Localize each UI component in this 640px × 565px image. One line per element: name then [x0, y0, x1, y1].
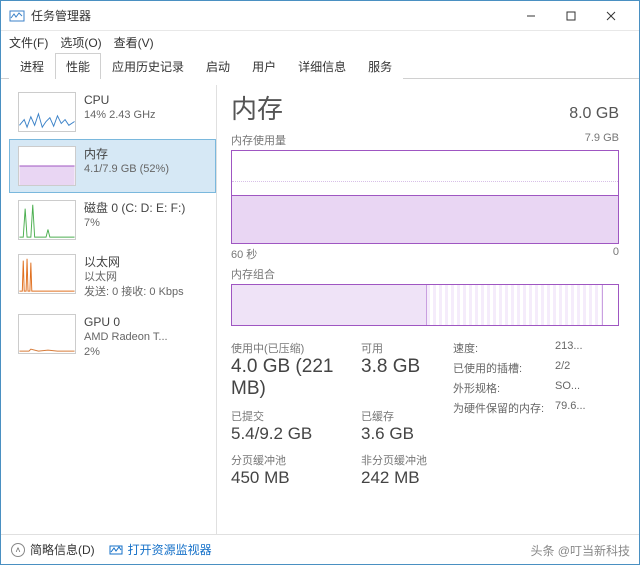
- sidebar-item-gpu[interactable]: GPU 0 AMD Radeon T... 2%: [9, 307, 216, 367]
- x-axis-right: 0: [613, 246, 619, 262]
- task-manager-window: 任务管理器 文件(F) 选项(O) 查看(V) 进程 性能 应用历史记录 启动 …: [0, 0, 640, 565]
- content-area: CPU 14% 2.43 GHz 内存 4.1/7.9 GB (52%): [1, 79, 639, 534]
- sidebar-item-label: 磁盘 0 (C: D: E: F:): [84, 200, 185, 216]
- menu-file[interactable]: 文件(F): [9, 34, 48, 51]
- cached-value: 3.6 GB: [361, 424, 447, 444]
- sidebar-item-cpu[interactable]: CPU 14% 2.43 GHz: [9, 85, 216, 139]
- gpu-thumb-chart: [18, 314, 76, 354]
- sidebar-item-sub: 7%: [84, 216, 185, 231]
- memory-thumb-chart: [18, 146, 76, 186]
- slots-label: 已使用的插槽:: [453, 360, 545, 376]
- speed-label: 速度:: [453, 340, 545, 356]
- tab-performance[interactable]: 性能: [55, 53, 101, 79]
- in-use-value: 4.0 GB (221 MB): [231, 356, 351, 400]
- tab-app-history[interactable]: 应用历史记录: [101, 53, 195, 79]
- sidebar-item-sub2: 发送: 0 接收: 0 Kbps: [84, 285, 184, 300]
- main-panel: 内存 8.0 GB 内存使用量 7.9 GB 60 秒 0 内存组合: [217, 85, 631, 534]
- sidebar-item-label: 内存: [84, 146, 169, 162]
- app-icon: [9, 8, 25, 24]
- sidebar-item-sub: 以太网: [84, 270, 184, 285]
- cached-label: 已缓存: [361, 408, 447, 424]
- maximize-button[interactable]: [551, 2, 591, 30]
- paged-label: 分页缓冲池: [231, 452, 351, 468]
- close-button[interactable]: [591, 2, 631, 30]
- disk-thumb-chart: [18, 200, 76, 240]
- fewer-details-button[interactable]: ˄ 简略信息(D): [11, 541, 95, 558]
- cpu-thumb-chart: [18, 92, 76, 132]
- window-title: 任务管理器: [31, 7, 91, 24]
- available-label: 可用: [361, 340, 447, 356]
- fewer-details-label: 简略信息(D): [30, 541, 95, 558]
- sidebar-item-sub: 4.1/7.9 GB (52%): [84, 162, 169, 177]
- paged-value: 450 MB: [231, 468, 351, 488]
- sidebar-item-ethernet[interactable]: 以太网 以太网 发送: 0 接收: 0 Kbps: [9, 247, 216, 307]
- memory-composition-chart[interactable]: [231, 284, 619, 326]
- reserved-value: 79.6...: [555, 400, 586, 416]
- tab-users[interactable]: 用户: [241, 53, 287, 79]
- speed-value: 213...: [555, 340, 583, 356]
- footer: ˄ 简略信息(D) 打开资源监视器: [1, 534, 639, 564]
- performance-sidebar: CPU 14% 2.43 GHz 内存 4.1/7.9 GB (52%): [9, 85, 217, 534]
- minimize-button[interactable]: [511, 2, 551, 30]
- open-resource-monitor-link[interactable]: 打开资源监视器: [109, 541, 212, 558]
- memory-stats: 使用中(已压缩) 4.0 GB (221 MB) 可用 3.8 GB 已提交 5…: [231, 340, 619, 488]
- composition-caption: 内存组合: [231, 266, 275, 282]
- ethernet-thumb-chart: [18, 254, 76, 294]
- tab-startup[interactable]: 启动: [195, 53, 241, 79]
- sidebar-item-sub: 14% 2.43 GHz: [84, 108, 156, 123]
- resource-monitor-icon: [109, 543, 123, 557]
- chevron-up-icon: ˄: [11, 543, 25, 557]
- nonpaged-value: 242 MB: [361, 468, 447, 488]
- sidebar-item-sub: AMD Radeon T...: [84, 330, 168, 345]
- usage-chart-max: 7.9 GB: [585, 132, 619, 148]
- window-controls: [511, 2, 631, 30]
- titlebar[interactable]: 任务管理器: [1, 1, 639, 31]
- memory-usage-chart[interactable]: [231, 150, 619, 244]
- sidebar-item-memory[interactable]: 内存 4.1/7.9 GB (52%): [9, 139, 216, 193]
- committed-label: 已提交: [231, 408, 351, 424]
- tabbar: 进程 性能 应用历史记录 启动 用户 详细信息 服务: [1, 53, 639, 79]
- usage-chart-caption: 内存使用量: [231, 132, 286, 148]
- tab-services[interactable]: 服务: [357, 53, 403, 79]
- sidebar-item-label: 以太网: [84, 254, 184, 270]
- tab-details[interactable]: 详细信息: [287, 53, 357, 79]
- reserved-label: 为硬件保留的内存:: [453, 400, 545, 416]
- form-value: SO...: [555, 380, 580, 396]
- nonpaged-label: 非分页缓冲池: [361, 452, 447, 468]
- open-resource-monitor-label: 打开资源监视器: [128, 541, 212, 558]
- sidebar-item-label: GPU 0: [84, 314, 168, 330]
- menubar: 文件(F) 选项(O) 查看(V): [1, 31, 639, 53]
- page-title: 内存: [231, 89, 569, 126]
- sidebar-item-disk[interactable]: 磁盘 0 (C: D: E: F:) 7%: [9, 193, 216, 247]
- sidebar-item-label: CPU: [84, 92, 156, 108]
- tab-processes[interactable]: 进程: [9, 53, 55, 79]
- form-label: 外形规格:: [453, 380, 545, 396]
- memory-total: 8.0 GB: [569, 105, 619, 123]
- committed-value: 5.4/9.2 GB: [231, 424, 351, 444]
- available-value: 3.8 GB: [361, 356, 447, 378]
- sidebar-item-sub2: 2%: [84, 345, 168, 360]
- x-axis-left: 60 秒: [231, 246, 257, 262]
- menu-view[interactable]: 查看(V): [114, 34, 154, 51]
- menu-options[interactable]: 选项(O): [60, 34, 101, 51]
- slots-value: 2/2: [555, 360, 570, 376]
- in-use-label: 使用中(已压缩): [231, 340, 351, 356]
